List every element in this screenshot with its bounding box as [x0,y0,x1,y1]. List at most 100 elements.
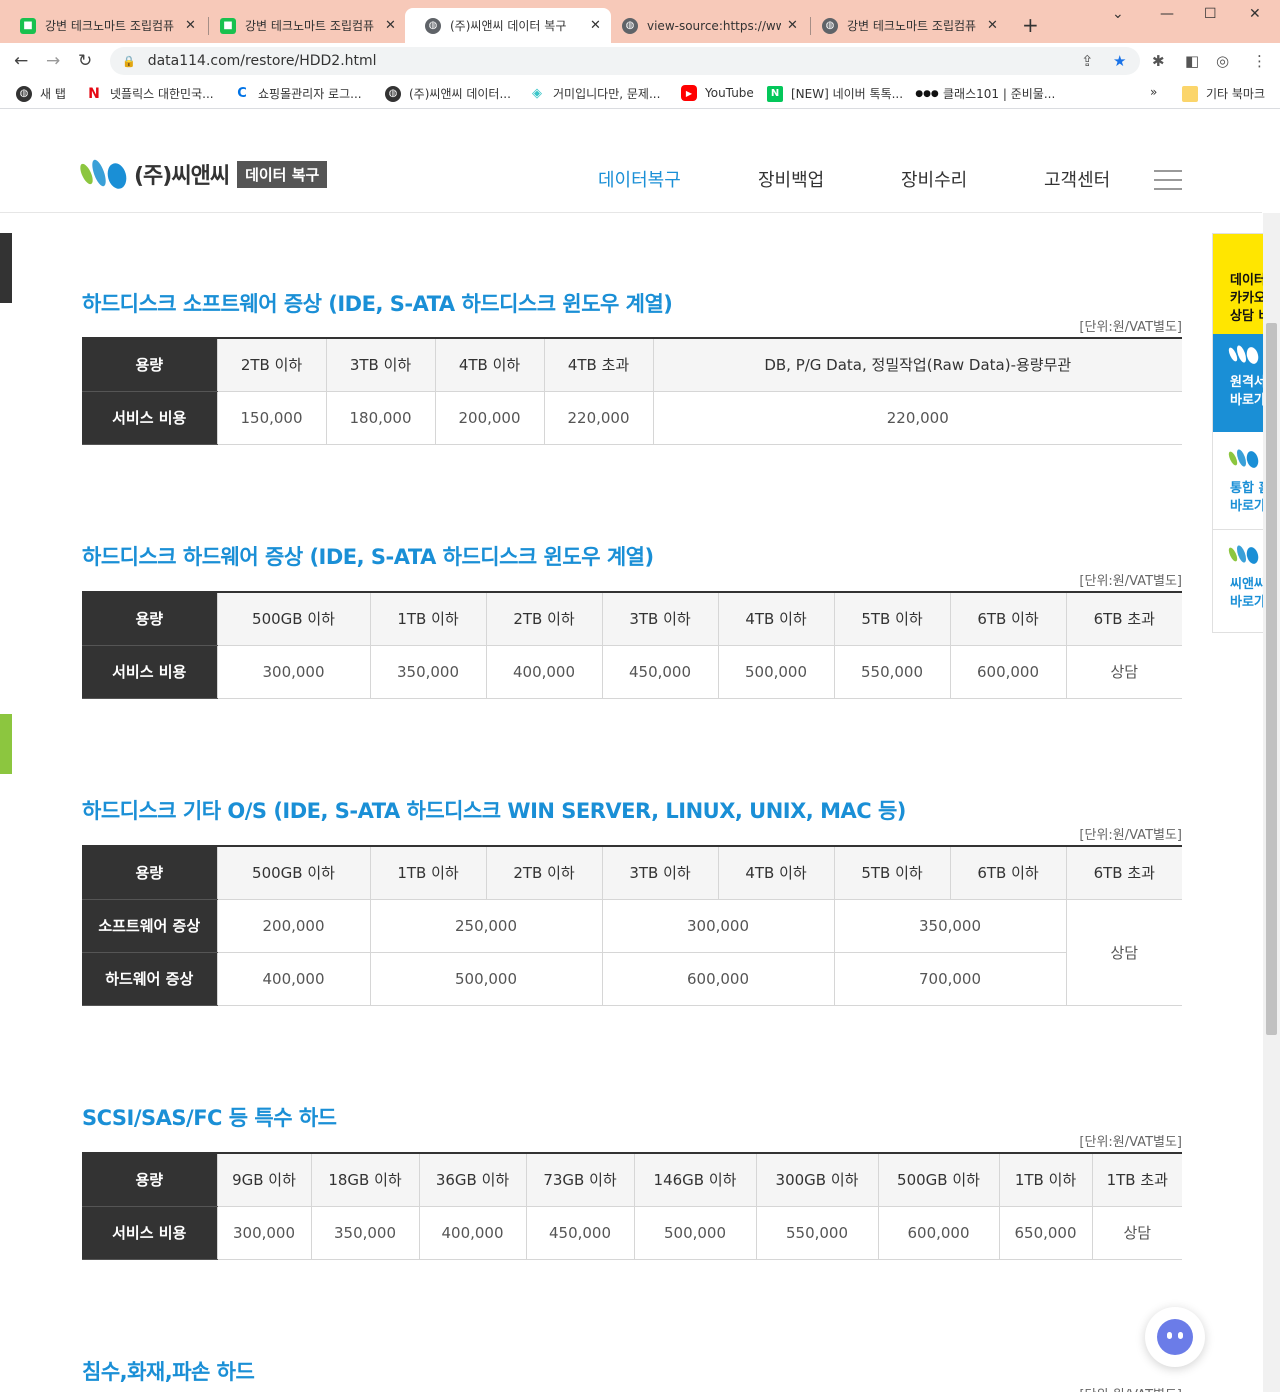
price-cell: 300,000 [216,1206,311,1260]
bookmark-item[interactable]: ◍ 새 탭 [16,85,66,102]
price-cell: 상담 [1091,1206,1182,1260]
page-scrollbar[interactable] [1263,213,1280,1392]
price-cell: 600,000 [949,645,1066,699]
browser-tab-active[interactable]: ◍ (주)씨앤씨 데이터 복구 ✕ [405,8,611,43]
quick-total-home[interactable]: 통합 홈 바로가 [1213,432,1263,530]
reload-icon[interactable]: ↻ [78,51,92,71]
browser-tab[interactable]: ■ 강변 테크노마트 조립컴퓨 ✕ [0,8,206,43]
bookmark-item[interactable]: ◍ (주)씨앤씨 데이터... [385,85,511,102]
side-panel-icon[interactable]: ◧ [1185,52,1199,70]
table-row: 서비스 비용 300,000 350,000 400,000 450,000 5… [82,645,1182,699]
tab-title: 강변 테크노마트 조립컴퓨 [847,19,977,33]
browser-tab[interactable]: ◍ 강변 테크노마트 조립컴퓨 ✕ [802,8,1008,43]
capacity-cell: 5TB 이하 [833,592,950,646]
capacity-cell: 4TB 초과 [543,338,653,392]
browser-tab[interactable]: ■ 강변 테크노마트 조립컴퓨 ✕ [200,8,406,43]
bookmark-label: YouTube [705,86,754,100]
bookmark-item[interactable]: ●●● 클래스101 | 준비물... [915,85,1055,102]
youtube-icon: ▶ [681,85,697,101]
back-arrow-icon[interactable]: ← [14,51,28,71]
site-header: (주)씨앤씨 데이터 복구 데이터복구 장비백업 장비수리 고객센터 [0,110,1262,213]
menu-kebab-icon[interactable]: ⋮ [1252,52,1267,70]
table-row: 용량 500GB 이하 1TB 이하 2TB 이하 3TB 이하 4TB 이하 … [82,846,1182,900]
table-row: 소프트웨어 증상 200,000 250,000 300,000 350,000… [82,899,1182,1006]
price-cell: 350,000 [310,1206,419,1260]
capacity-cell: 500GB 이하 [216,592,370,646]
bookmarks-overflow[interactable]: » [1150,85,1157,99]
quick-label: 상담 바 [1230,309,1263,324]
unit-label: [단위:원/VAT별도] [1079,828,1182,843]
close-icon[interactable]: ✕ [987,18,998,33]
profile-avatar-icon[interactable]: ◎ [1216,52,1229,70]
close-icon[interactable]: ✕ [185,18,196,33]
price-cell: 400,000 [485,645,602,699]
chevron-right-icon: » [1150,85,1158,99]
brand-name: (주)씨앤씨 [134,164,230,189]
bookmark-label: 거미입니다만, 문제... [553,87,661,101]
price-cell: 550,000 [833,645,950,699]
quick-cnc-link[interactable]: 씨앤씨 바로가 [1213,530,1263,632]
quick-label: 카카오 [1230,291,1263,306]
row-header: 용량 [82,592,217,646]
left-edge-bar [0,714,12,774]
nav-equipment-repair[interactable]: 장비수리 [901,166,967,192]
extensions-puzzle-icon[interactable]: ✱ [1152,52,1165,70]
address-toolbar: ← → ↻ 🔒 data114.com/restore/HDD2.html ⇪ … [0,43,1280,79]
nav-data-recovery[interactable]: 데이터복구 [598,166,681,192]
price-cell: 650,000 [998,1206,1092,1260]
price-cell: 450,000 [525,1206,634,1260]
chat-bot-button[interactable] [1145,1307,1205,1367]
close-icon[interactable]: ✕ [787,18,798,33]
quick-kakao-consult[interactable]: 데이터 카카오 상담 바 [1213,234,1263,334]
folder-icon [1182,85,1198,102]
capacity-cell: 6TB 이하 [949,592,1066,646]
site-logo[interactable]: (주)씨앤씨 데이터 복구 [77,157,328,191]
new-tab-plus-icon[interactable]: + [1022,13,1039,37]
bookmark-item[interactable]: ◈ 거미입니다만, 문제... [529,85,660,102]
maximize-icon[interactable]: ☐ [1204,6,1217,22]
price-cell: 500,000 [369,952,602,1006]
row-header: 하드웨어 증상 [82,952,217,1006]
quick-label: 씨앤씨 [1230,577,1263,592]
bookmark-item[interactable]: N 넷플릭스 대한민국... [86,85,213,102]
minimize-icon[interactable]: — [1160,6,1174,22]
bookmark-item[interactable]: C 쇼핑몰관리자 로그... [234,85,361,102]
unit-label: [단위:원/VAT별도] [1079,320,1182,335]
bookmark-label: 새 탭 [40,87,66,101]
capacity-cell: 73GB 이하 [525,1153,634,1207]
browser-tab[interactable]: ◍ view-source:https://www ✕ [602,8,808,43]
tab-search-chevron-icon[interactable]: ⌄ [1112,6,1124,22]
capacity-cell: 6TB 이하 [949,846,1066,900]
naver-icon: N [767,85,783,102]
globe-icon: ◍ [622,17,638,34]
other-bookmarks[interactable]: 기타 북마크 [1182,85,1265,102]
scrollbar-thumb[interactable] [1266,323,1277,1035]
bookmark-label: 기타 북마크 [1206,87,1266,101]
address-bar[interactable]: 🔒 data114.com/restore/HDD2.html [110,47,1140,75]
bookmark-star-icon[interactable]: ★ [1113,52,1126,70]
brand-badge: 데이터 복구 [237,160,328,188]
teal-icon: ◈ [532,86,542,101]
nav-customer-center[interactable]: 고객센터 [1044,166,1110,192]
capacity-cell: 4TB 이하 [717,846,834,900]
capacity-cell: 2TB 이하 [216,338,326,392]
price-cell: 200,000 [216,899,370,953]
close-icon[interactable]: ✕ [590,18,601,33]
close-icon[interactable]: ✕ [385,18,396,33]
window-close-icon[interactable]: ✕ [1249,6,1261,22]
nav-equipment-backup[interactable]: 장비백업 [758,166,824,192]
bookmarks-bar: ◍ 새 탭 N 넷플릭스 대한민국... C 쇼핑몰관리자 로그... ◍ (주… [0,79,1280,109]
bookmark-item[interactable]: N [NEW] 네이버 톡톡... [767,85,903,102]
forward-arrow-icon[interactable]: → [46,51,60,71]
unit-label: [단위:원/VAT별도] [1079,1384,1182,1392]
quick-remote-service[interactable]: 원격서 바로가 [1213,334,1263,432]
hamburger-menu-icon[interactable] [1154,170,1182,197]
capacity-cell: 3TB 이하 [325,338,435,392]
cnc-logo-icon [77,157,130,191]
bookmark-item[interactable]: ▶ YouTube [681,85,754,101]
price-cell: 250,000 [369,899,602,953]
tab-title: 강변 테크노마트 조립컴퓨 [45,19,175,33]
price-cell: 300,000 [601,899,834,953]
capacity-cell: DB, P/G Data, 정밀작업(Raw Data)-용량무관 [652,338,1182,392]
share-icon[interactable]: ⇪ [1081,52,1094,70]
